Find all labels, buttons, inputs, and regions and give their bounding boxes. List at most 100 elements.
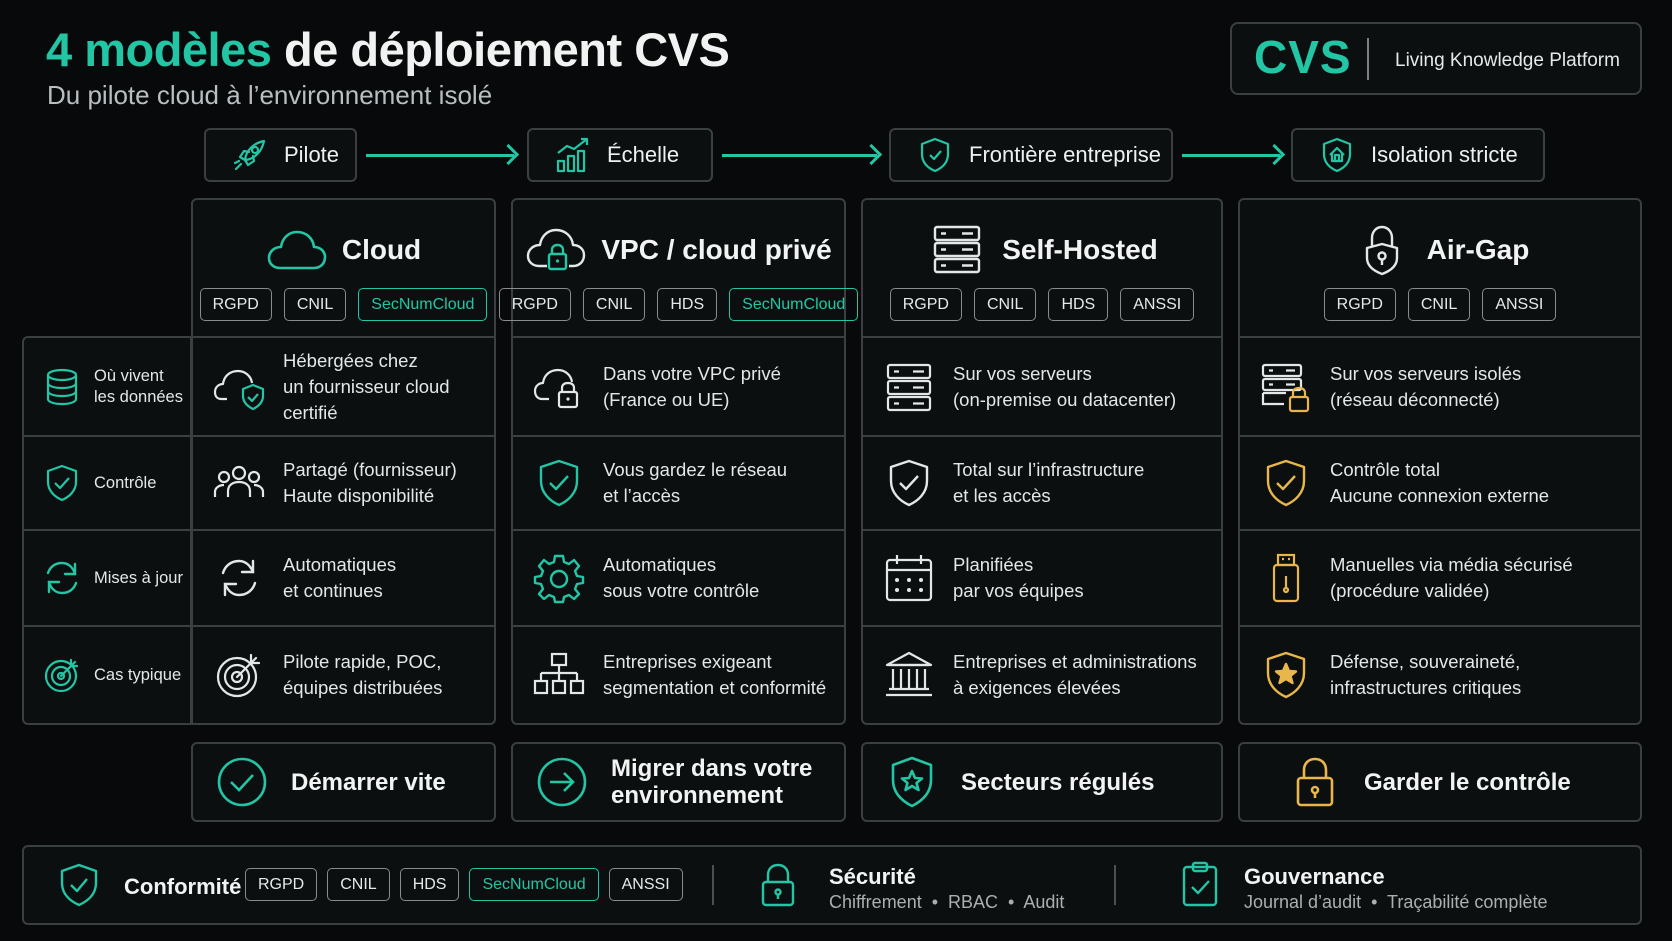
cell-text-line: Sur vos serveurs isolés <box>1330 362 1522 384</box>
stage-isolation: Isolation stricte <box>1291 128 1545 182</box>
cell-text-line: Automatiques <box>603 554 717 575</box>
cell-air-gap-control: Contrôle total Aucune connexion externe <box>1238 435 1642 531</box>
cell-text-line: Contrôle total <box>1330 459 1441 480</box>
arrow-circle-icon <box>537 757 587 807</box>
check-circle-icon <box>217 757 267 807</box>
cell-cloud-use-case: Pilote rapide, POC, équipes distribuées <box>191 625 496 725</box>
action-start-fast[interactable]: Démarrer vite <box>191 742 496 822</box>
cell-air-gap-data-location: Sur vos serveurs isolés (réseau déconnect… <box>1238 336 1642 437</box>
institution-icon <box>885 651 933 697</box>
logo-tagline: Living Knowledge Platform <box>1395 50 1620 71</box>
refresh-icon <box>221 559 257 597</box>
badge-hds: HDS <box>399 868 460 901</box>
cloud-lock-icon <box>527 228 586 271</box>
action-label: Migrer dans votre <box>611 755 813 782</box>
cell-air-gap-use-case: Défense, souveraineté, infrastructures cr… <box>1238 625 1642 725</box>
cell-text-line: par vos équipes <box>953 580 1084 601</box>
badge-hds: HDS <box>1048 288 1109 321</box>
padlock-shield-icon <box>1365 225 1398 276</box>
action-keep-control[interactable]: Garder le contrôle <box>1238 742 1642 822</box>
cell-text-line: Vous gardez le réseau <box>603 459 788 480</box>
badge-secnumcloud: SecNumCloud <box>358 288 488 321</box>
badge-rgpd: RGPD <box>1323 288 1396 321</box>
badge-anssi: ANSSI <box>1482 288 1557 321</box>
cell-text-line: segmentation et conformité <box>603 677 827 698</box>
users-icon <box>213 465 265 497</box>
server-lock-icon <box>1261 363 1310 412</box>
action-regulated-sectors[interactable]: Secteurs régulés <box>861 742 1223 822</box>
shield-check-icon <box>889 459 929 507</box>
footer-divider <box>712 865 714 905</box>
stage-arrow <box>366 154 514 157</box>
stage-label: Isolation stricte <box>1371 142 1518 167</box>
column-title: VPC / cloud privé <box>601 234 832 265</box>
title-accent: 4 modèles <box>46 23 272 76</box>
cloud-icon <box>267 230 327 270</box>
cell-text-line: Partagé (fournisseur) <box>283 459 457 480</box>
padlock-icon <box>761 863 795 907</box>
badge-cnil: CNIL <box>327 868 390 901</box>
badge-rgpd: RGPD <box>245 868 318 901</box>
action-label: Garder le contrôle <box>1364 768 1571 796</box>
cell-text-line: sous votre contrôle <box>603 580 760 601</box>
badge-cnil: CNIL <box>283 288 347 321</box>
cell-text-line: Pilote rapide, POC, <box>283 651 442 672</box>
cell-vpc-data-location: Dans votre VPC privé (France ou UE) <box>511 336 846 437</box>
shield-home-icon <box>1322 137 1352 173</box>
cell-air-gap-updates: Manuelles via média sécurisé (procédure v… <box>1238 529 1642 627</box>
stage-arrow <box>1182 154 1280 157</box>
badge-cnil: CNIL <box>1407 288 1471 321</box>
row-label-control: Contrôle <box>22 435 192 531</box>
shield-check-icon <box>60 863 98 907</box>
cell-text-line: Automatiques <box>283 554 397 575</box>
cell-text-line: Planifiées <box>953 554 1034 575</box>
cell-text-line: à exigences élevées <box>953 677 1121 698</box>
cloud-lock-icon <box>533 368 579 408</box>
cell-text-line: certifié <box>283 401 338 423</box>
cell-text-line: Entreprises et administrations <box>953 651 1197 672</box>
cell-self-hosted-data-location: Sur vos serveurs (on-premise ou datacente… <box>861 336 1223 437</box>
action-label: environnement <box>611 782 784 809</box>
badge-secnumcloud: SecNumCloud <box>469 868 599 901</box>
logo-divider <box>1367 38 1369 80</box>
cell-text-line: Défense, souveraineté, <box>1330 651 1521 672</box>
cell-vpc-use-case: Entreprises exigeant segmentation et conf… <box>511 625 846 725</box>
title-rest: de déploiement CVS <box>271 23 730 76</box>
cell-text-line: Sur vos serveurs <box>953 362 1092 384</box>
cell-vpc-control: Vous gardez le réseau et l’accès <box>511 435 846 531</box>
action-label: Démarrer vite <box>291 768 446 796</box>
cell-cloud-control: Partagé (fournisseur) Haute disponibilité <box>191 435 496 531</box>
shield-icon <box>920 137 950 173</box>
action-migrate[interactable]: Migrer dans votre environnement <box>511 742 846 822</box>
cell-cloud-updates: Automatiques et continues <box>191 529 496 627</box>
cell-text-line: Haute disponibilité <box>283 485 435 506</box>
cell-text-line: (réseau déconnecté) <box>1330 388 1500 410</box>
stage-frontiere: Frontière entreprise <box>889 128 1173 182</box>
target-icon <box>44 658 79 693</box>
shield-star-icon <box>891 756 933 808</box>
database-icon <box>46 368 78 405</box>
target-icon <box>216 653 261 698</box>
cell-self-hosted-control: Total sur l’infrastructure et les accès <box>861 435 1223 531</box>
cell-text-line: Dans votre VPC privé <box>603 362 781 384</box>
badge-rgpd: RGPD <box>889 288 962 321</box>
column-title: Cloud <box>341 234 422 265</box>
stage-pilote: Pilote <box>204 128 357 182</box>
cell-text-line: et continues <box>283 580 383 601</box>
row-label-line: Contrôle <box>94 473 157 492</box>
cell-self-hosted-updates: Planifiées par vos équipes <box>861 529 1223 627</box>
stage-label: Pilote <box>284 142 340 167</box>
cell-text-line: Manuelles via média sécurisé <box>1330 554 1573 575</box>
gear-icon <box>533 554 585 604</box>
cell-text-line: Total sur l’infrastructure <box>953 459 1145 480</box>
cell-text-line: et l’accès <box>603 485 681 506</box>
badge-secnumcloud: SecNumCloud <box>729 288 859 321</box>
governance-subtitle: Journal d’audit • Traçabilité complète <box>1244 892 1548 912</box>
row-label-line: les données <box>94 387 183 406</box>
cell-text-line: infrastructures critiques <box>1330 677 1522 698</box>
refresh-icon <box>46 561 78 595</box>
calendar-icon <box>885 555 933 602</box>
cell-text-line: équipes distribuées <box>283 677 443 698</box>
cell-text-line: (France ou UE) <box>603 388 730 410</box>
compliance-title: Conformité <box>124 874 242 899</box>
